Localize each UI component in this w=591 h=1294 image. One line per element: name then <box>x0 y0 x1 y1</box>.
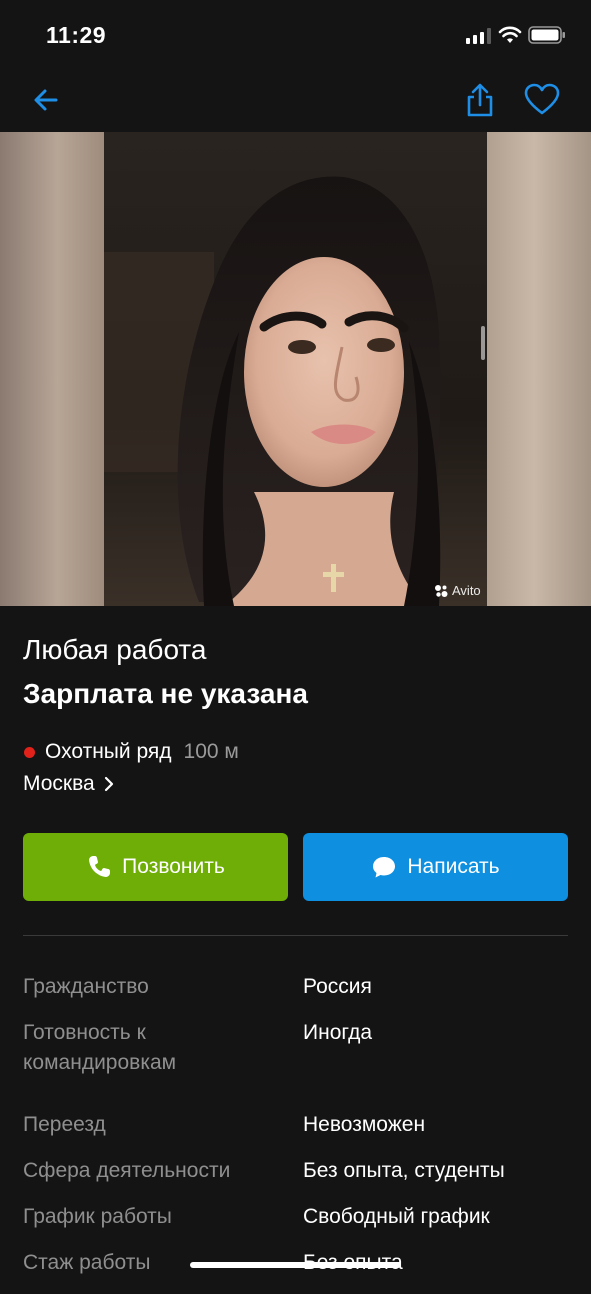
param-key: Сфера деятельности <box>23 1159 231 1182</box>
photo-gallery[interactable] <box>0 132 591 606</box>
chevron-right-icon <box>104 776 113 792</box>
status-bar: 11:29 <box>0 0 591 70</box>
photo-blur-left <box>0 132 104 606</box>
heart-icon <box>524 83 560 115</box>
city-name: Москва <box>23 772 95 795</box>
status-time: 11:29 <box>46 22 107 48</box>
cellular-signal-icon <box>466 28 491 44</box>
back-button[interactable] <box>26 80 66 120</box>
metro-distance: 100 м <box>183 740 239 763</box>
top-nav-bar <box>0 70 591 132</box>
param-key: Готовность к командировкам <box>23 1021 177 1074</box>
param-row: Готовность к командировкам Иногда <box>23 1018 568 1110</box>
param-value: Россия <box>303 975 372 998</box>
avito-logo-icon <box>435 584 448 597</box>
home-indicator[interactable] <box>190 1262 401 1268</box>
call-button-label: Позвонить <box>122 855 225 878</box>
phone-icon <box>89 856 111 877</box>
param-row: Переезд Невозможен <box>23 1110 568 1156</box>
photo-scroll-indicator <box>481 326 485 360</box>
param-value: Свободный график <box>303 1205 490 1228</box>
wifi-icon <box>498 26 522 43</box>
avito-watermark: Avito <box>434 583 481 598</box>
param-row: Гражданство Россия <box>23 972 568 1018</box>
listing-title: Любая работа <box>23 634 207 665</box>
listing-params: Гражданство Россия Готовность к командир… <box>23 972 568 1294</box>
section-divider <box>23 935 568 936</box>
param-value: Без опыта, студенты <box>303 1159 505 1182</box>
param-row: Сфера деятельности Без опыта, студенты <box>23 1156 568 1202</box>
param-value: Иногда <box>303 1021 373 1044</box>
metro-station: Охотный ряд 100 м <box>23 740 239 764</box>
share-button[interactable] <box>460 80 500 120</box>
watermark-text: Avito <box>452 583 481 598</box>
param-key: Гражданство <box>23 975 149 998</box>
listing-photo[interactable] <box>104 132 487 606</box>
portrait-image <box>104 132 487 606</box>
call-button[interactable]: Позвонить <box>23 833 288 901</box>
photo-blur-right <box>487 132 591 606</box>
param-row: Стаж работы Без опыта <box>23 1248 568 1294</box>
chat-bubble-icon <box>373 857 396 878</box>
metro-station-name: Охотный ряд <box>45 740 172 763</box>
message-button-label: Написать <box>407 855 500 878</box>
arrow-left-icon <box>34 89 58 111</box>
battery-icon <box>528 26 565 44</box>
metro-line-dot <box>24 746 35 758</box>
listing-salary: Зарплата не указана <box>23 678 308 709</box>
message-button[interactable]: Написать <box>303 833 568 901</box>
favorite-button[interactable] <box>522 80 562 120</box>
param-row: График работы Свободный график <box>23 1202 568 1248</box>
share-icon <box>467 83 493 117</box>
param-key: Переезд <box>23 1113 106 1136</box>
param-key: График работы <box>23 1205 172 1228</box>
city-link[interactable]: Москва <box>23 772 115 796</box>
param-value: Невозможен <box>303 1113 426 1136</box>
